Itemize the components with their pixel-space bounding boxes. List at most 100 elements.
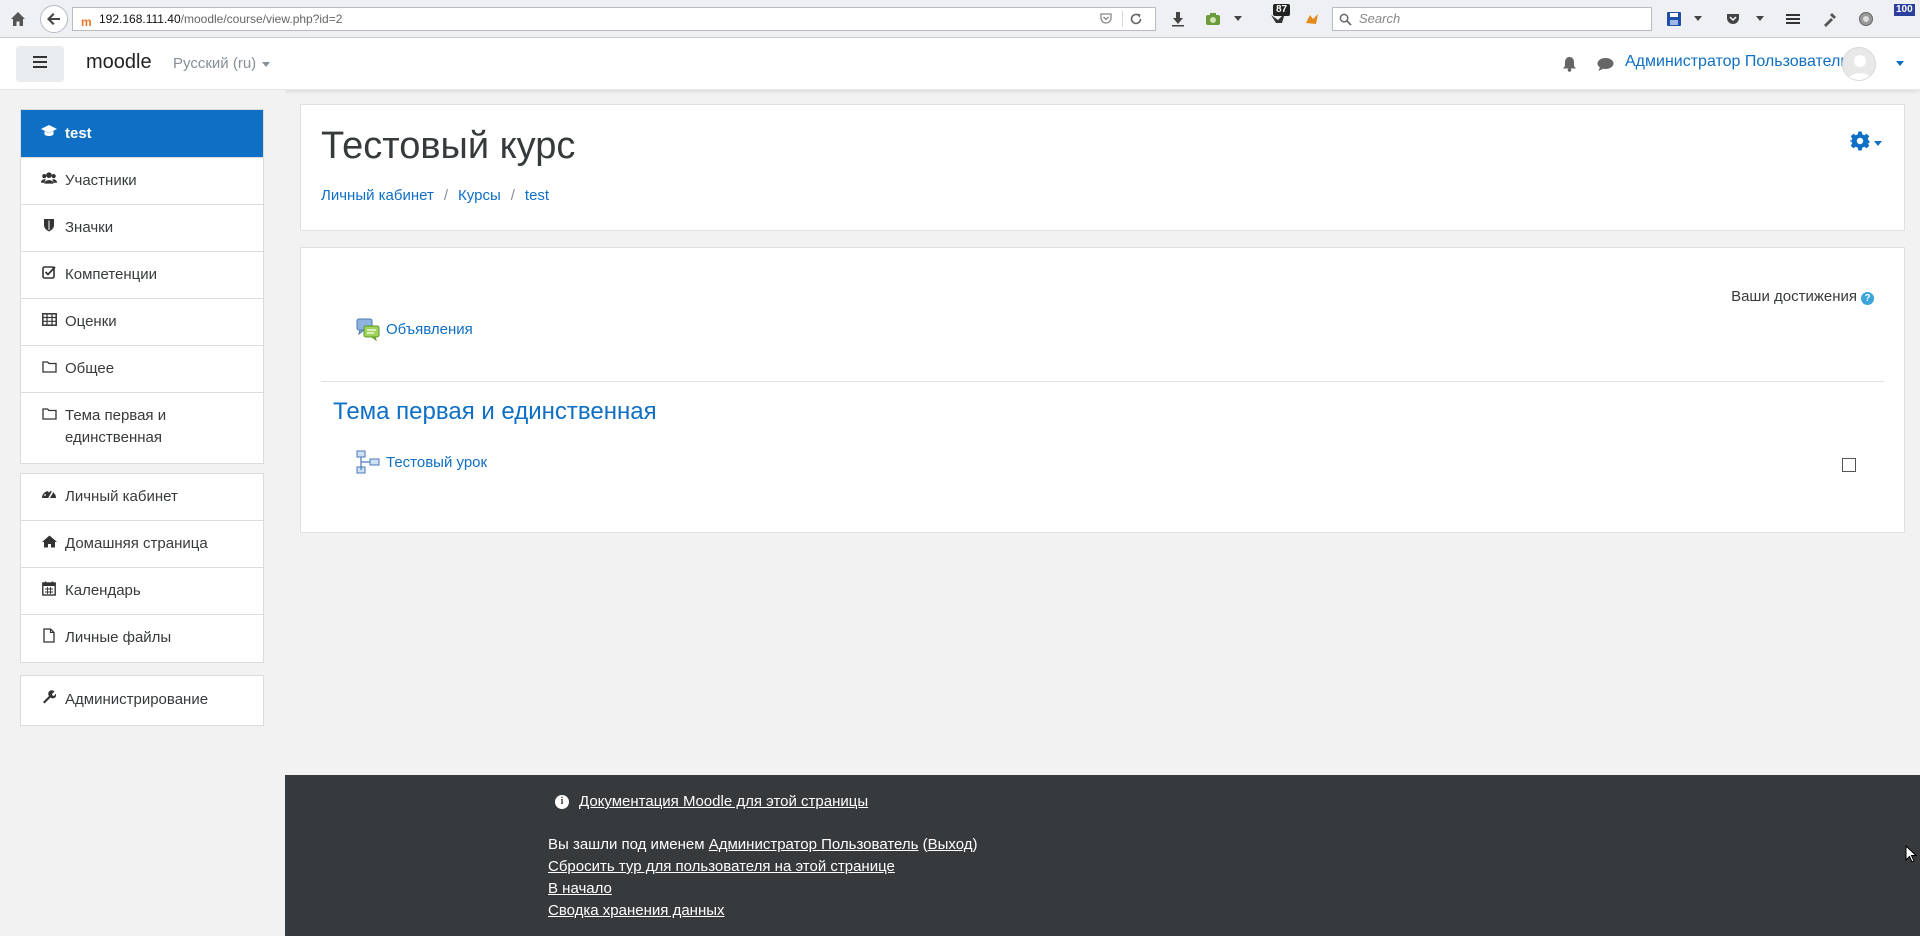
breadcrumb-courses[interactable]: Курсы: [458, 187, 501, 204]
fox-extension-icon[interactable]: [1302, 9, 1322, 29]
user-avatar[interactable]: [1842, 47, 1876, 81]
wrench-icon: [41, 689, 57, 705]
user-menu-name[interactable]: Администратор Пользователь: [1625, 53, 1849, 71]
paren-close: ): [972, 836, 978, 853]
graduation-cap-icon: [41, 123, 57, 139]
progress-info: Ваши достижения ?: [1731, 288, 1874, 305]
login-info-prefix: Вы зашли под именем: [548, 836, 705, 853]
reset-tour-row: Сбросить тур для пользователя на этой ст…: [548, 858, 895, 875]
activity-forum-link[interactable]: Объявления: [356, 317, 473, 342]
file-icon: [41, 627, 57, 643]
nav-item-grades[interactable]: Оценки: [21, 299, 263, 346]
drawer-toggle-button[interactable]: [16, 46, 64, 82]
data-retention-link[interactable]: Сводка хранения данных: [548, 902, 725, 919]
home-icon: [41, 533, 57, 549]
nav-item-topic-1[interactable]: Тема первая и единственная: [21, 393, 263, 463]
course-actions-menu[interactable]: [1850, 131, 1882, 156]
info-icon: i: [555, 794, 569, 809]
breadcrumb-course[interactable]: test: [525, 187, 549, 204]
user-menu-caret-icon[interactable]: [1896, 61, 1904, 66]
nav-item-badges[interactable]: Значки: [21, 205, 263, 252]
zoom-badge: 100: [1894, 4, 1915, 16]
nav-item-label: Администрирование: [65, 691, 209, 708]
nav-item-site-administration[interactable]: Администрирование: [21, 676, 263, 725]
url-bar[interactable]: m 192.168.111.40/moodle/course/view.php?…: [72, 7, 1156, 31]
nav-drawer: test Участники Значки Компетенции Оценки: [0, 90, 285, 936]
pocket-dropdown-icon[interactable]: [1754, 9, 1766, 29]
mouse-cursor-icon: [1905, 844, 1918, 868]
camera-extension-icon[interactable]: [1203, 9, 1223, 29]
browser-toolbar: m 192.168.111.40/moodle/course/view.php?…: [0, 0, 1920, 38]
section-title-link[interactable]: Тема первая и единственная: [333, 398, 657, 426]
logout-link[interactable]: Выход: [928, 836, 973, 853]
language-label: Русский (ru): [173, 55, 257, 72]
nav-item-course-test[interactable]: test: [21, 110, 263, 158]
hamburger-icon: [33, 55, 47, 73]
search-placeholder: Search: [1359, 11, 1401, 26]
breadcrumb: Личный кабинет / Курсы / test: [321, 187, 549, 204]
browser-search-input[interactable]: Search: [1332, 7, 1652, 31]
site-brand-link[interactable]: moodle: [86, 51, 152, 74]
nav-item-general[interactable]: Общее: [21, 346, 263, 393]
nav-item-home[interactable]: Домашняя страница: [21, 521, 263, 568]
gear-icon: [1850, 131, 1870, 156]
breadcrumb-dashboard[interactable]: Личный кабинет: [321, 187, 434, 204]
calendar-icon: [41, 580, 57, 596]
back-button[interactable]: [40, 5, 68, 33]
footer-docs: i Документация Moodle для этой страницы: [555, 793, 868, 810]
notifications-bell-icon[interactable]: [1562, 56, 1577, 77]
nav-item-label: Домашняя страница: [65, 535, 208, 552]
extension-dropdown-icon[interactable]: [1232, 9, 1244, 29]
course-content-card: Ваши достижения ? Объявления Тема первая…: [300, 247, 1905, 533]
folder-icon: [41, 358, 57, 374]
globe-extension-icon[interactable]: [1856, 9, 1876, 29]
chevron-down-icon: [1874, 141, 1882, 146]
reset-tour-link[interactable]: Сбросить тур для пользователя на этой ст…: [548, 858, 895, 875]
nav-item-competencies[interactable]: Компетенции: [21, 252, 263, 299]
users-icon: [41, 170, 57, 186]
footer-user-link[interactable]: Администратор Пользователь: [709, 836, 919, 853]
completion-checkbox[interactable]: [1842, 458, 1856, 472]
download-icon[interactable]: [1168, 9, 1188, 29]
checkbox-icon: [41, 264, 57, 280]
activity-lesson-link[interactable]: Тестовый урок: [356, 450, 487, 474]
home-link[interactable]: В начало: [548, 880, 612, 897]
activity-name: Объявления: [386, 320, 473, 338]
folder-icon: [41, 405, 57, 421]
page-header-card: Тестовый курс Личный кабинет / Курсы / test: [300, 104, 1905, 231]
messages-icon[interactable]: [1597, 57, 1614, 77]
table-icon: [41, 311, 57, 327]
save-dropdown-icon[interactable]: [1692, 9, 1704, 29]
nav-item-participants[interactable]: Участники: [21, 158, 263, 205]
nav-item-label: Оценки: [65, 313, 117, 330]
nav-item-dashboard[interactable]: Личный кабинет: [21, 474, 263, 521]
moodle-navbar: moodle Русский (ru) Администратор Пользо…: [0, 38, 1920, 90]
eyedropper-icon[interactable]: [1820, 9, 1840, 29]
home-row: В начало: [548, 880, 612, 897]
activity-name: Тестовый урок: [386, 453, 488, 471]
search-icon: [1339, 11, 1352, 33]
save-page-icon[interactable]: [1664, 9, 1684, 29]
nav-item-label: test: [65, 125, 92, 142]
url-path: /moodle/course/view.php?id=2: [180, 12, 343, 26]
login-info: Вы зашли под именем Администратор Пользо…: [548, 836, 978, 853]
nav-item-private-files[interactable]: Личные файлы: [21, 615, 263, 662]
nav-item-calendar[interactable]: Календарь: [21, 568, 263, 615]
docs-link[interactable]: Документация Moodle для этой страницы: [579, 793, 868, 810]
pocket-icon[interactable]: [1099, 11, 1115, 27]
nav-item-label: Компетенции: [65, 266, 158, 283]
nav-item-label: Значки: [65, 219, 114, 236]
reload-icon[interactable]: [1122, 11, 1145, 27]
language-menu[interactable]: Русский (ru): [173, 55, 271, 72]
pocket-toolbar-icon[interactable]: [1723, 9, 1743, 29]
help-icon[interactable]: ?: [1861, 292, 1874, 305]
section-divider: [321, 381, 1884, 382]
library-icon[interactable]: [1783, 9, 1803, 29]
nav-item-label: Календарь: [65, 582, 141, 599]
site-nav-group: Личный кабинет Домашняя страница Календа…: [20, 473, 264, 663]
extension-badge: 87: [1273, 4, 1291, 16]
home-icon[interactable]: [8, 9, 28, 29]
nav-item-label: Общее: [65, 360, 115, 377]
nav-item-label: Тема первая и единственная: [65, 407, 167, 446]
breadcrumb-separator: /: [510, 187, 515, 204]
